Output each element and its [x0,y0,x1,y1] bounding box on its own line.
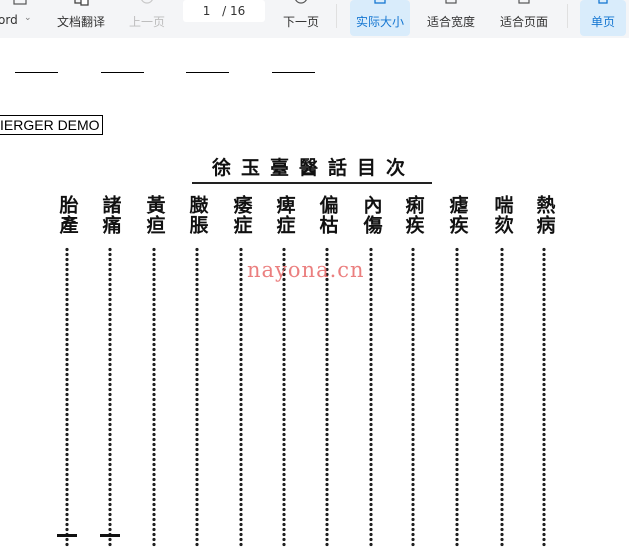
blank-underline [101,72,144,73]
arrow-up-icon [140,0,154,9]
toc-column: 黃疸 [141,195,167,547]
toc-term: 黃疸 [143,195,166,235]
fit-page-icon [517,0,531,9]
toc-term: 喘欬 [491,195,514,235]
page-current-input[interactable]: 1 [203,4,211,18]
dot-leader [108,247,112,547]
dot-leader [411,247,415,547]
title-rule [192,182,432,184]
blank-underline [272,72,315,73]
toc-term: 內傷 [360,195,383,235]
arrow-down-icon [294,0,308,9]
fit-page-button[interactable]: 适合页面 [494,0,554,36]
page-total: / 16 [222,4,246,18]
word-convert-button[interactable]: ord ⌄ [0,0,40,36]
fit-page-label: 适合页面 [499,15,548,29]
prev-page-button[interactable]: 上一页 [124,0,170,36]
toc-column: 諸痛 [97,195,123,547]
single-page-label: 单页 [590,15,615,29]
toolbar-divider [567,4,568,28]
next-page-label: 下一页 [282,15,319,29]
word-icon [13,0,27,9]
actual-size-icon [373,0,387,9]
dot-leader [542,247,546,547]
chevron-down-icon: ⌄ [24,13,32,23]
dot-leader [282,247,286,547]
dot-leader [195,247,199,547]
toc-column: 熱病 [531,195,557,547]
document-page [0,38,629,544]
toc-column: 胎產 [54,195,80,547]
toc-column: 瘧疾 [444,195,470,547]
fit-width-icon [444,0,458,9]
dot-leader [239,247,243,547]
toc-term: 瘧疾 [446,195,469,235]
blank-underline [15,72,58,73]
scan-title: 徐玉臺醫話目次 [211,157,415,179]
dot-leader [325,247,329,547]
toc-term: 偏枯 [316,195,339,235]
prev-page-label: 上一页 [128,15,165,29]
toc-column: 內傷 [358,195,384,547]
translate-button[interactable]: 文档翻译 [55,0,107,36]
blank-underline [186,72,229,73]
word-convert-label: ord [0,13,18,27]
toc-term: 痺症 [273,195,296,235]
toc-term: 胎產 [56,195,79,235]
demo-label: IERGER DEMO [0,115,103,135]
translate-icon [72,0,90,9]
actual-size-button[interactable]: 实际大小 [350,0,410,36]
single-page-button[interactable]: 单页 [580,0,626,36]
single-page-icon [596,0,610,9]
fit-width-label: 适合宽度 [426,15,475,29]
actual-size-label: 实际大小 [355,15,404,29]
watermark: nayona.cn [247,258,365,282]
dot-leader [500,247,504,547]
dot-leader [152,247,156,547]
next-page-button[interactable]: 下一页 [280,0,322,36]
toc-column: 偏枯 [314,195,340,547]
toc-column: 臌脹 [184,195,210,547]
end-mark [57,534,77,537]
dot-leader [65,247,69,547]
toc-term: 痢疾 [402,195,425,235]
translate-label: 文档翻译 [56,15,105,29]
toc-column: 痺症 [271,195,297,547]
toc-column: 痿症 [228,195,254,547]
toc-column: 痢疾 [400,195,426,547]
dot-leader [455,247,459,547]
page-indicator[interactable]: 1 / 16 [183,0,265,22]
end-mark [100,534,120,537]
toc-term: 熱病 [533,195,556,235]
toc-column: 喘欬 [489,195,515,547]
dot-leader [369,247,373,547]
toc-term: 諸痛 [99,195,122,235]
toolbar-divider [336,4,337,28]
viewer-toolbar: ord ⌄ 文档翻译 上一页 1 / 16 下一页 实际大小 适合宽度 适合页面… [0,0,629,38]
toc-term: 痿症 [230,195,253,235]
fit-width-button[interactable]: 适合宽度 [422,0,480,36]
toc-term: 臌脹 [186,195,209,235]
